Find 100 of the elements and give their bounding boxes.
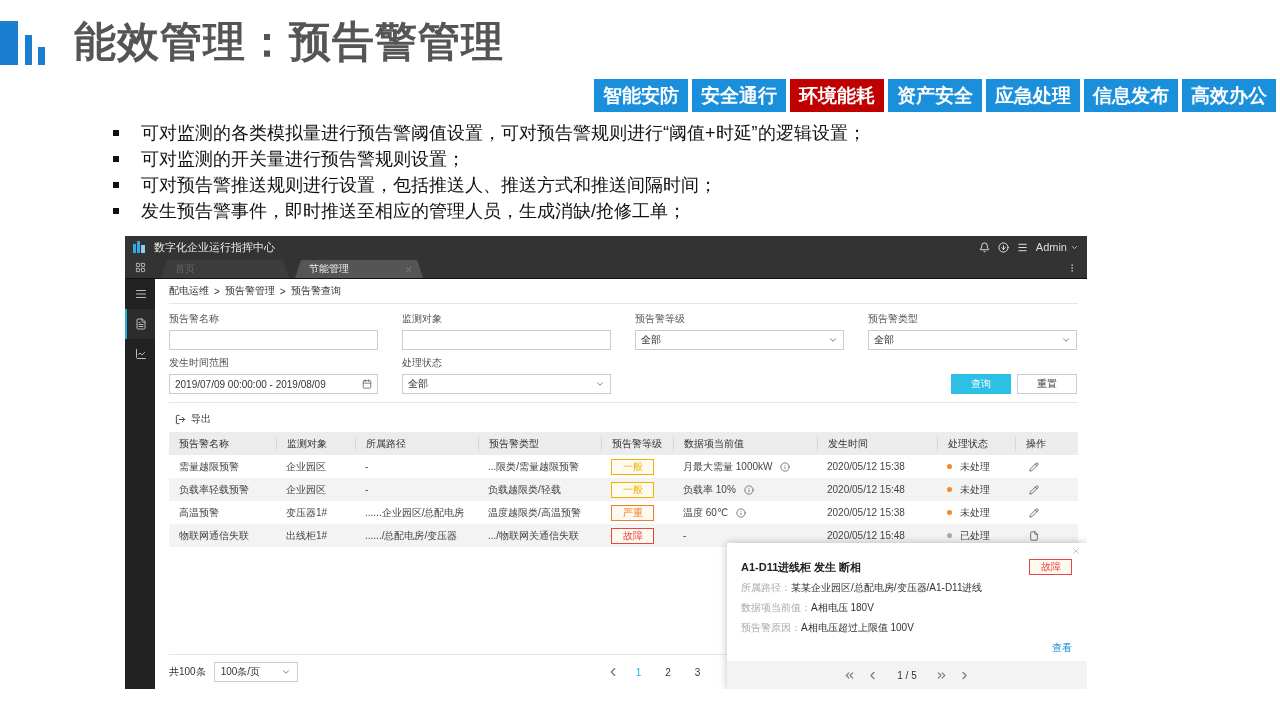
category-tab[interactable]: 信息发布 [1084,79,1178,112]
table-cell-text: ......企业园区/总配电房 [364,505,466,520]
popup-detail: 预告警原因：A相电压超过上限值 100V [741,621,915,635]
filter-label: 处理状态 [402,356,443,370]
level-tag: 一般 [611,458,654,475]
select-field[interactable]: 全部 [635,330,844,350]
caret-icon [280,667,291,677]
category-tab[interactable]: 高效办公 [1182,79,1276,112]
app-title: 数字化企业运行指挥中心 [154,239,276,255]
menu-icon[interactable] [1016,241,1028,253]
table-cell-text: 2020/05/12 15:48 [826,530,906,541]
popup-page-indicator: 1 / 5 [897,669,917,681]
bullet-text: 可对预告警推送规则进行设置，包括推送人、推送方式和推送间隔时间； [141,174,717,196]
fault-tag: 故障 [1029,559,1072,575]
bullet-icon [113,208,119,214]
table-cell: 月最大需量 1000kW [683,459,773,474]
bullet-text: 发生预告警事件，即时推送至相应的管理人员，生成消缺/抢修工单； [141,200,686,222]
breadcrumb-item[interactable]: 预告警查询 [290,284,341,298]
table-cell-text: ...限类/需量越限预警 [487,459,581,474]
table-cell: 负载率 10% [683,482,736,497]
page-size-select[interactable]: 100条/页 [213,662,298,682]
table-cell-text: 变压器1# [285,505,329,520]
table-cell-text: 2020/05/12 15:48 [826,484,906,495]
sidebar-item[interactable] [125,309,155,339]
grid-icon[interactable] [134,262,146,273]
input-field[interactable] [402,330,611,350]
table-cell-text: 负载率轻载预警 [178,482,250,497]
breadcrumb-item[interactable]: 配电运维 [169,284,209,298]
breadcrumb-separator: > [279,285,286,297]
input-field[interactable] [169,330,378,350]
table-cell-text: 需量越限预警 [178,459,240,474]
slide-title: 能效管理：预告警管理 [74,17,504,67]
level-tag: 严重 [611,504,654,521]
column-header: 所属路径 [355,436,478,451]
category-tab[interactable]: 安全通行 [692,79,786,112]
table-cell-text: - [364,484,370,495]
table-cell-text: 2020/05/12 15:38 [826,507,906,518]
calendar-icon [362,379,372,389]
category-tab[interactable]: 资产安全 [888,79,982,112]
download-icon[interactable] [997,241,1009,253]
category-tab[interactable]: 智能安防 [594,79,688,112]
table-row[interactable]: 负载率轻载预警 企业园区 - 负载越限类/轻载 一般 负载率 10% 2020/05/12 15:48 未处理 [169,478,1078,501]
category-tab[interactable]: 环境能耗 [790,79,884,112]
edit-icon[interactable] [1029,484,1039,495]
page-number[interactable]: 2 [657,666,679,678]
edit-icon[interactable] [1029,507,1039,518]
table-cell-text: .../物联网关通信失联 [487,528,581,543]
bullet-icon [113,130,119,136]
select-field[interactable]: 全部 [868,330,1077,350]
breadcrumb-item[interactable]: 预告警管理 [224,284,275,298]
category-tab[interactable]: 应急处理 [986,79,1080,112]
column-header: 预告警名称 [178,436,230,451]
document-icon [135,318,147,330]
table-cell-text: 出线柜1# [285,528,329,543]
status-text: 未处理 [960,459,990,474]
table-cell-text: 温度越限类/高温预警 [487,505,582,520]
bell-icon[interactable] [978,241,990,253]
info-icon[interactable] [780,461,791,472]
status-text: 未处理 [960,505,990,520]
column-header: 操作 [1015,436,1077,451]
chart-icon [135,348,147,360]
user-menu[interactable]: Admin [1035,241,1079,253]
page-number[interactable]: 3 [686,666,709,678]
level-tag: 故障 [611,527,654,544]
export-button[interactable]: 导出 [169,403,217,432]
table-cell-text: 物联网通信失联 [178,528,250,543]
column-header: 监测对象 [276,436,355,451]
caret-icon [595,379,605,389]
app-tab[interactable]: 节能管理 [295,260,423,278]
popup-detail: 数据项当前值：A相电压 180V [741,601,875,615]
bullet-icon [113,182,119,188]
info-icon[interactable] [743,484,754,495]
reset-button[interactable]: 重置 [1017,374,1077,394]
menu-icon [135,288,147,300]
filter-label: 发生时间范围 [169,356,230,370]
bullet-icon [113,156,119,162]
bullet-text: 可对监测的开关量进行预告警规则设置； [141,148,465,170]
table-row[interactable]: 物联网通信失联 出线柜1# ....../总配电房/变压器 .../物联网关通信失联 故障 - 2020/05/12 15:48 已处理 [169,524,1078,547]
table-cell-text: 企业园区 [285,482,327,497]
logo-icon [0,19,46,65]
table-cell-text: 高温预警 [178,505,220,520]
level-tag: 一般 [611,481,654,498]
edit-icon[interactable] [1029,461,1039,472]
status-text: 未处理 [960,482,990,497]
close-icon[interactable] [404,264,413,274]
column-header: 预告警类型 [478,436,601,451]
table-cell: 温度 60℃ [683,505,729,520]
select-field[interactable]: 全部 [402,374,611,394]
document-icon[interactable] [1029,530,1039,541]
view-link[interactable]: 查看 [1052,641,1072,655]
filter-label: 预告警等级 [635,312,686,326]
column-header: 数据项当前值 [673,436,817,451]
info-icon[interactable] [736,507,747,518]
filter-label: 预告警名称 [169,312,220,326]
breadcrumb-separator: > [214,285,220,297]
table-cell-text: - [364,461,370,472]
date-range-field[interactable]: 2019/07/09 00:00:00 - 2019/08/09 [169,374,378,394]
table-cell-text: 负载越限类/轻载 [487,482,562,497]
table-cell-text: 企业园区 [285,459,327,474]
popup-title: A1-D11进线柜 发生 断相 [741,559,862,575]
